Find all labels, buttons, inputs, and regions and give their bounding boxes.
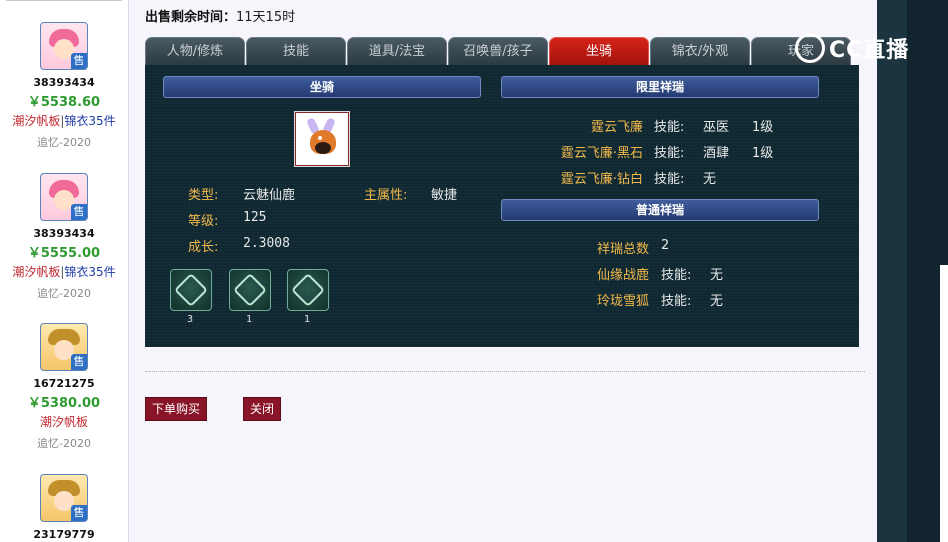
normal-section-header: 普通祥瑞 <box>501 199 819 221</box>
tab-items[interactable]: 道具/法宝 <box>347 37 447 65</box>
mount-type-value: 云魅仙鹿 <box>243 188 296 203</box>
listing-tag-primary: 潮汐帆板 <box>39 415 88 429</box>
section-divider <box>145 371 865 372</box>
main-attr-value: 敏捷 <box>431 188 458 203</box>
skill-count: 1 <box>245 314 253 325</box>
tab-skills[interactable]: 技能 <box>246 37 346 65</box>
limited-skill-label: 技能: <box>654 146 685 161</box>
listing-item[interactable]: 售 38393434 ￥5538.60 潮汐帆板|锦衣35件 追忆-2020 <box>0 22 128 150</box>
tab-pets[interactable]: 召唤兽/孩子 <box>448 37 548 65</box>
limited-mount-name: 霆云飞廉 <box>590 120 643 135</box>
normal-skill-label: 技能: <box>661 268 692 283</box>
stream-watermark: CC直播 <box>795 32 920 66</box>
tab-mount[interactable]: 坐骑 <box>549 37 649 65</box>
close-button[interactable]: 关闭 <box>243 397 281 421</box>
listing-server: 追忆-2020 <box>37 287 91 300</box>
listing-item[interactable]: 售 23179779 <box>0 474 128 541</box>
tab-character[interactable]: 人物/修炼 <box>145 37 245 65</box>
character-avatar[interactable]: 售 <box>40 323 88 371</box>
limited-mount-name: 霆云飞廉·黑石 <box>560 146 643 161</box>
skill-count: 3 <box>186 314 194 325</box>
seller-id: 38393434 <box>33 227 95 240</box>
seller-id: 23179779 <box>33 528 95 541</box>
limited-skill-level: 1级 <box>752 146 774 161</box>
listing-price: ￥5538.60 <box>27 95 101 110</box>
listing-tag-secondary: 锦衣35件 <box>64 265 116 279</box>
mount-growth-label: 成长: <box>188 240 219 255</box>
main-attr-label: 主属性: <box>364 188 408 203</box>
listing-sidebar: 售 38393434 ￥5538.60 潮汐帆板|锦衣35件 追忆-2020 售… <box>0 0 129 542</box>
normal-skill-label: 技能: <box>661 294 692 309</box>
sidebar-divider <box>6 0 122 1</box>
mount-type-label: 类型: <box>188 188 219 203</box>
page-background-right <box>877 0 948 542</box>
limited-skill-value: 酒肆 <box>703 146 730 161</box>
sale-time-row: 出售剩余时间：11天15时 <box>145 6 295 25</box>
limited-section-header: 限里祥瑞 <box>501 76 819 98</box>
normal-mount-name: 玲珑雪狐 <box>596 294 649 309</box>
limited-mount-name: 霆云飞廉·钻白 <box>560 172 643 187</box>
limited-skill-label: 技能: <box>654 172 685 187</box>
normal-mount-name: 仙缘战鹿 <box>596 268 649 283</box>
limited-skill-value: 无 <box>703 172 717 187</box>
sell-badge: 售 <box>71 53 87 69</box>
character-avatar[interactable]: 售 <box>40 22 88 70</box>
limited-skill-label: 技能: <box>654 120 685 135</box>
mount-panel: 坐骑 限里祥瑞 类型: 云魅仙鹿 主属性: 敏捷 等级: 125 成长: 2.3… <box>145 65 859 347</box>
mount-growth-value: 2.3008 <box>243 236 290 251</box>
listing-tag-secondary: 锦衣35件 <box>64 114 116 128</box>
tab-appearance[interactable]: 锦衣/外观 <box>650 37 750 65</box>
sell-badge: 售 <box>71 204 87 220</box>
mount-portrait-icon[interactable] <box>294 111 350 167</box>
normal-total-value: 2 <box>661 238 670 253</box>
character-avatar[interactable]: 售 <box>40 474 88 522</box>
normal-skill-value: 无 <box>710 268 724 283</box>
seller-id: 16721275 <box>33 377 95 390</box>
skill-count: 1 <box>303 314 311 325</box>
detail-area: 出售剩余时间：11天15时 人物/修炼 技能 道具/法宝 召唤兽/孩子 坐骑 锦… <box>129 0 906 542</box>
limited-skill-value: 巫医 <box>703 120 730 135</box>
skill-emblem-icon[interactable] <box>170 269 212 311</box>
sale-time-label: 出售剩余时间： <box>145 10 237 25</box>
listing-item[interactable]: 售 38393434 ￥5555.00 潮汐帆板|锦衣35件 追忆-2020 <box>0 173 128 301</box>
sale-time-value: 11天15时 <box>236 10 296 25</box>
listing-tag-primary: 潮汐帆板 <box>12 114 61 128</box>
seller-id: 38393434 <box>33 76 95 89</box>
sell-badge: 售 <box>71 505 87 521</box>
listing-price: ￥5380.00 <box>27 396 101 411</box>
limited-skill-level: 1级 <box>752 120 774 135</box>
buy-button[interactable]: 下单购买 <box>145 397 207 421</box>
listing-server: 追忆-2020 <box>37 437 91 450</box>
mount-level-label: 等级: <box>188 214 219 229</box>
normal-total-label: 祥瑞总数 <box>596 242 649 257</box>
listing-price: ￥5555.00 <box>27 246 101 261</box>
mount-level-value: 125 <box>243 210 267 225</box>
sell-badge: 售 <box>71 354 87 370</box>
cc-logo-icon <box>795 33 825 63</box>
listing-item[interactable]: 售 16721275 ￥5380.00 潮汐帆板 追忆-2020 <box>0 323 128 451</box>
listing-tag-primary: 潮汐帆板 <box>12 265 61 279</box>
listing-server: 追忆-2020 <box>37 136 91 149</box>
mount-section-header: 坐骑 <box>163 76 481 98</box>
character-avatar[interactable]: 售 <box>40 173 88 221</box>
skill-emblem-icon[interactable] <box>287 269 329 311</box>
normal-skill-value: 无 <box>710 294 724 309</box>
skill-emblem-icon[interactable] <box>229 269 271 311</box>
detail-tabs: 人物/修炼 技能 道具/法宝 召唤兽/孩子 坐骑 锦衣/外观 玩家 <box>145 37 861 65</box>
